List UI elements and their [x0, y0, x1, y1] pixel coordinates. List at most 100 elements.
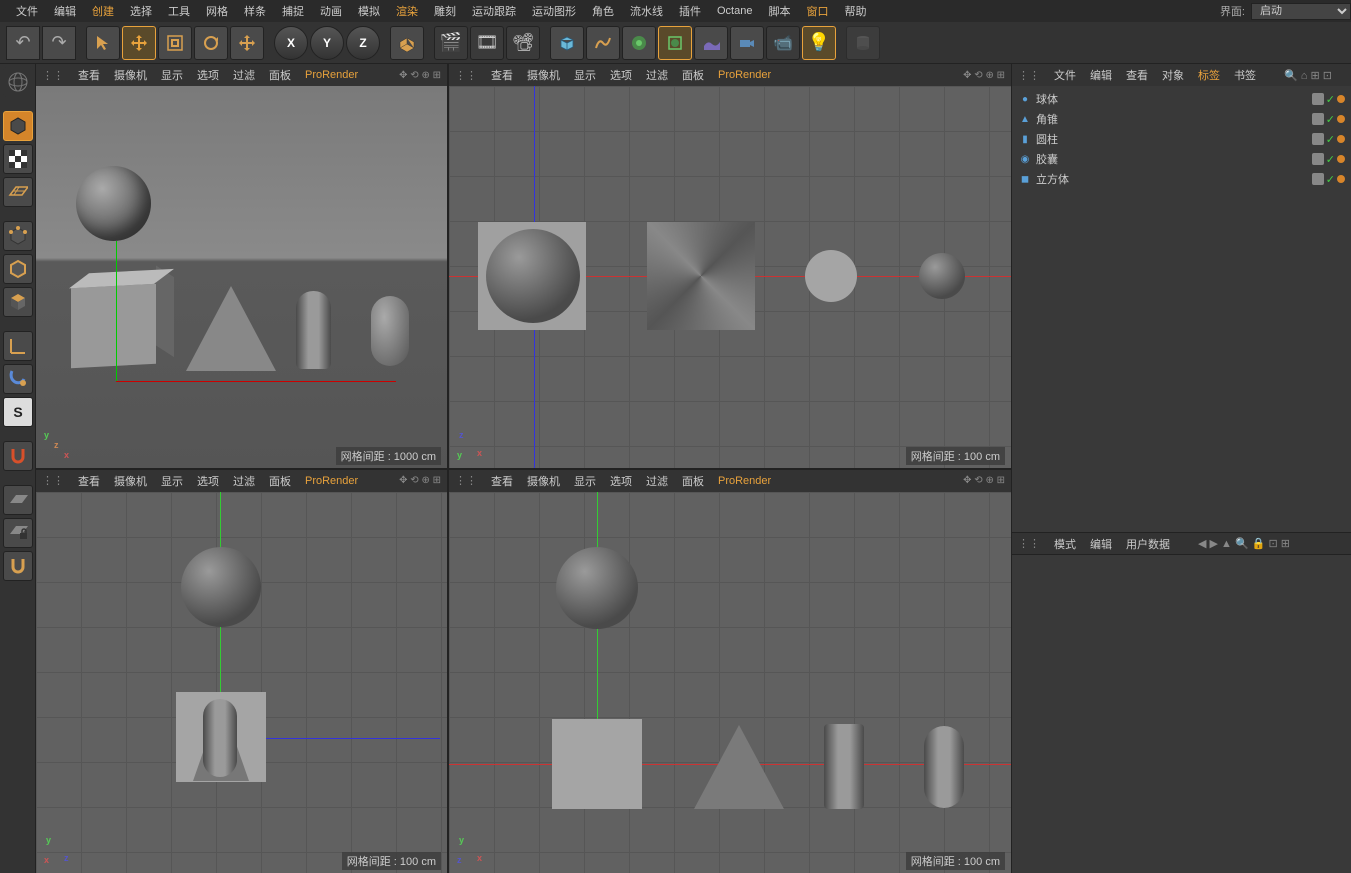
- am-nav-icons[interactable]: ◀ ▶ ▲ 🔍 🔒 ⊡ ⊞: [1198, 537, 1290, 550]
- layout-dropdown[interactable]: 启动: [1251, 3, 1351, 20]
- top-capsule[interactable]: [919, 253, 965, 299]
- menu-mograph[interactable]: 运动图形: [524, 0, 584, 22]
- top-sphere[interactable]: [486, 229, 580, 323]
- scale-tool[interactable]: [158, 26, 192, 60]
- scene-cone[interactable]: [186, 286, 276, 371]
- vp-menu-camera[interactable]: 摄像机: [114, 67, 147, 83]
- menu-spline[interactable]: 样条: [236, 0, 274, 22]
- scene-cube[interactable]: [71, 284, 156, 368]
- menu-render[interactable]: 渲染: [388, 0, 426, 22]
- front-cube[interactable]: [552, 719, 642, 809]
- viewport-perspective[interactable]: ⋮⋮ 查看 摄像机 显示 选项 过滤 面板 ProRender ✥ ⟲ ⊕ ⊞ …: [36, 64, 447, 468]
- planar-workplane[interactable]: [3, 551, 33, 581]
- menu-character[interactable]: 角色: [584, 0, 622, 22]
- add-cube[interactable]: [550, 26, 584, 60]
- render-settings[interactable]: 📽: [506, 26, 540, 60]
- am-menu-userdata[interactable]: 用户数据: [1126, 536, 1170, 552]
- z-axis-lock[interactable]: Z: [346, 26, 380, 60]
- add-generator[interactable]: [622, 26, 656, 60]
- add-deformer[interactable]: [658, 26, 692, 60]
- polygon-mode[interactable]: [3, 287, 33, 317]
- viewport-nav-icons[interactable]: ✥ ⟲ ⊕ ⊞: [399, 70, 441, 81]
- vp-menu-display[interactable]: 显示: [161, 67, 183, 83]
- add-light[interactable]: 💡: [802, 26, 836, 60]
- object-item-cone[interactable]: ▲ 角锥 ✓: [1018, 109, 1345, 129]
- om-menu-edit[interactable]: 编辑: [1090, 67, 1112, 83]
- front-cylinder[interactable]: [824, 724, 864, 809]
- viewport-top[interactable]: ⋮⋮ 查看 摄像机 显示 选项 过滤 面板 ProRender ✥ ⟲ ⊕ ⊞ …: [449, 64, 1011, 468]
- menu-snap[interactable]: 捕捉: [274, 0, 312, 22]
- object-item-capsule[interactable]: ◉ 胶囊 ✓: [1018, 149, 1345, 169]
- vp-menu-options[interactable]: 选项: [197, 67, 219, 83]
- add-environment[interactable]: [694, 26, 728, 60]
- point-mode[interactable]: [3, 221, 33, 251]
- edge-mode[interactable]: [3, 254, 33, 284]
- texture-mode[interactable]: [3, 144, 33, 174]
- vp-menu-filter[interactable]: 过滤: [233, 67, 255, 83]
- menu-sculpt[interactable]: 雕刻: [426, 0, 464, 22]
- front-sphere[interactable]: [556, 547, 638, 629]
- globe-icon[interactable]: [3, 67, 33, 97]
- am-menu-edit[interactable]: 编辑: [1090, 536, 1112, 552]
- om-menu-objects[interactable]: 对象: [1162, 67, 1184, 83]
- model-mode[interactable]: [3, 111, 33, 141]
- right-sphere[interactable]: [181, 547, 261, 627]
- x-axis-lock[interactable]: X: [274, 26, 308, 60]
- add-camera2[interactable]: 📹: [766, 26, 800, 60]
- tweak-mode[interactable]: [3, 364, 33, 394]
- coord-system[interactable]: [390, 26, 424, 60]
- scene-cylinder[interactable]: [296, 291, 331, 369]
- search-icon[interactable]: 🔍 ⌂ ⊞ ⊡: [1284, 69, 1332, 82]
- viewport-right[interactable]: ⋮⋮ 查看 摄像机 显示 选项 过滤 面板 ProRender ✥ ⟲ ⊕ ⊞ …: [36, 470, 447, 873]
- y-axis-lock[interactable]: Y: [310, 26, 344, 60]
- vp-menu-prorender[interactable]: ProRender: [305, 69, 358, 81]
- menu-pipeline[interactable]: 流水线: [622, 0, 671, 22]
- workplane-snap[interactable]: [3, 485, 33, 515]
- menu-create[interactable]: 创建: [84, 0, 122, 22]
- object-item-cylinder[interactable]: ▮ 圆柱 ✓: [1018, 129, 1345, 149]
- render-view[interactable]: 🎬: [434, 26, 468, 60]
- menu-file[interactable]: 文件: [8, 0, 46, 22]
- front-cone[interactable]: [694, 725, 784, 809]
- workplane-mode[interactable]: [3, 177, 33, 207]
- om-menu-view[interactable]: 查看: [1126, 67, 1148, 83]
- om-menu-tags[interactable]: 标签: [1198, 67, 1220, 83]
- top-cylinder[interactable]: [805, 250, 857, 302]
- axis-mode[interactable]: [3, 331, 33, 361]
- menu-motiontracker[interactable]: 运动跟踪: [464, 0, 524, 22]
- live-select-tool[interactable]: [86, 26, 120, 60]
- object-item-cube[interactable]: ◼ 立方体 ✓: [1018, 169, 1345, 189]
- add-camera[interactable]: [730, 26, 764, 60]
- move-tool[interactable]: [122, 26, 156, 60]
- menu-plugins[interactable]: 插件: [671, 0, 709, 22]
- right-capsule[interactable]: [203, 699, 237, 777]
- menu-tools[interactable]: 工具: [160, 0, 198, 22]
- menu-simulate[interactable]: 模拟: [350, 0, 388, 22]
- vp-menu-view[interactable]: 查看: [78, 67, 100, 83]
- front-capsule[interactable]: [924, 726, 964, 808]
- am-menu-mode[interactable]: 模式: [1054, 536, 1076, 552]
- menu-script[interactable]: 脚本: [760, 0, 798, 22]
- menu-help[interactable]: 帮助: [836, 0, 874, 22]
- snap-toggle[interactable]: [3, 441, 33, 471]
- menu-animate[interactable]: 动画: [312, 0, 350, 22]
- redo-button[interactable]: ↷: [42, 26, 76, 60]
- menu-select[interactable]: 选择: [122, 0, 160, 22]
- menu-mesh[interactable]: 网格: [198, 0, 236, 22]
- render-region[interactable]: 🎞: [470, 26, 504, 60]
- om-menu-bookmarks[interactable]: 书签: [1234, 67, 1256, 83]
- menu-edit[interactable]: 编辑: [46, 0, 84, 22]
- menu-octane[interactable]: Octane: [709, 2, 760, 20]
- rotate-tool[interactable]: [194, 26, 228, 60]
- undo-button[interactable]: ↶: [6, 26, 40, 60]
- locked-workplane[interactable]: [3, 518, 33, 548]
- object-item-sphere[interactable]: ● 球体 ✓: [1018, 89, 1345, 109]
- viewport-front[interactable]: ⋮⋮ 查看 摄像机 显示 选项 过滤 面板 ProRender ✥ ⟲ ⊕ ⊞ …: [449, 470, 1011, 873]
- last-tool[interactable]: [230, 26, 264, 60]
- menu-window[interactable]: 窗口: [798, 0, 836, 22]
- top-cone[interactable]: [647, 222, 755, 330]
- om-menu-file[interactable]: 文件: [1054, 67, 1076, 83]
- content-browser[interactable]: [846, 26, 880, 60]
- scene-capsule[interactable]: [371, 296, 409, 366]
- vp-menu-panel[interactable]: 面板: [269, 67, 291, 83]
